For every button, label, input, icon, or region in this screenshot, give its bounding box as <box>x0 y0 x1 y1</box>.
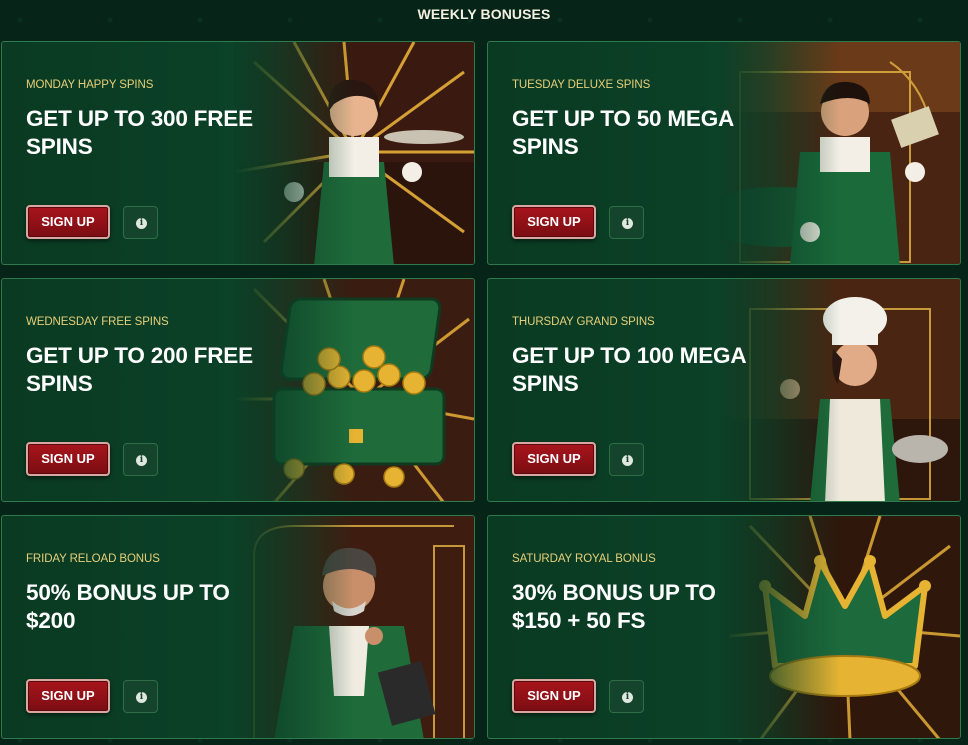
sign-up-button[interactable]: SIGN UP <box>26 442 110 476</box>
info-icon: i <box>622 218 633 229</box>
bonus-card-thursday: THURSDAY GRAND SPINS GET UP TO 100 MEGA … <box>487 278 961 502</box>
card-subtitle: WEDNESDAY FREE SPINS <box>26 316 169 328</box>
section-title: WEEKLY BONUSES <box>417 6 551 22</box>
info-button[interactable]: i <box>123 443 158 476</box>
info-button[interactable]: i <box>609 206 644 239</box>
info-button[interactable]: i <box>123 206 158 239</box>
info-icon: i <box>136 692 147 703</box>
card-subtitle: THURSDAY GRAND SPINS <box>512 316 655 328</box>
bonus-card-monday: MONDAY HAPPY SPINS GET UP TO 300 FREE SP… <box>1 41 475 265</box>
card-title: 50% BONUS UP TO $200 <box>26 580 230 633</box>
bonus-card-tuesday: TUESDAY DELUXE SPINS GET UP TO 50 MEGA S… <box>487 41 961 265</box>
info-button[interactable]: i <box>123 680 158 713</box>
card-title: GET UP TO 200 FREE SPINS <box>26 343 253 396</box>
bonus-card-friday: FRIDAY RELOAD BONUS 50% BONUS UP TO $200… <box>1 515 475 739</box>
sign-up-button[interactable]: SIGN UP <box>26 205 110 239</box>
card-title: GET UP TO 100 MEGA SPINS <box>512 343 746 396</box>
card-title: 30% BONUS UP TO $150 + 50 FS <box>512 580 716 633</box>
bonus-card-saturday: SATURDAY ROYAL BONUS 30% BONUS UP TO $15… <box>487 515 961 739</box>
info-button[interactable]: i <box>609 680 644 713</box>
bonus-card-wednesday: WEDNESDAY FREE SPINS GET UP TO 200 FREE … <box>1 278 475 502</box>
sign-up-button[interactable]: SIGN UP <box>512 442 596 476</box>
info-icon: i <box>622 455 633 466</box>
card-subtitle: FRIDAY RELOAD BONUS <box>26 553 160 565</box>
card-title: GET UP TO 300 FREE SPINS <box>26 106 253 159</box>
card-subtitle: MONDAY HAPPY SPINS <box>26 79 154 91</box>
info-icon: i <box>136 218 147 229</box>
sign-up-button[interactable]: SIGN UP <box>512 205 596 239</box>
card-subtitle: TUESDAY DELUXE SPINS <box>512 79 651 91</box>
info-icon: i <box>136 455 147 466</box>
card-subtitle: SATURDAY ROYAL BONUS <box>512 553 656 565</box>
sign-up-button[interactable]: SIGN UP <box>26 679 110 713</box>
info-icon: i <box>622 692 633 703</box>
card-title: GET UP TO 50 MEGA SPINS <box>512 106 734 159</box>
sign-up-button[interactable]: SIGN UP <box>512 679 596 713</box>
info-button[interactable]: i <box>609 443 644 476</box>
